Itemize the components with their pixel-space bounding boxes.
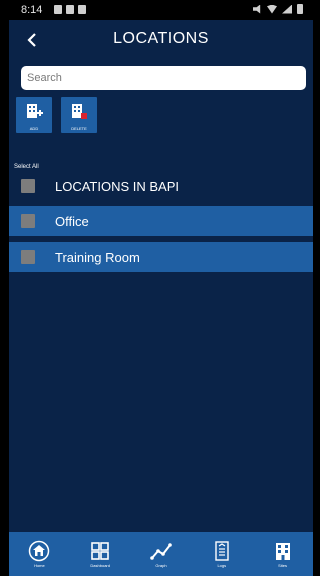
add-label: ADD — [29, 126, 39, 131]
notification-icons — [54, 5, 86, 14]
home-icon — [29, 540, 50, 562]
logs-icon — [215, 541, 229, 561]
battery-icon — [297, 4, 303, 14]
nav-label: Sites — [278, 563, 288, 568]
nav-sites[interactable]: Sites — [252, 532, 313, 576]
status-time: 8:14 — [21, 4, 43, 16]
page-title: LOCATIONS — [113, 30, 209, 47]
delete-label: DELETE — [71, 126, 87, 131]
list-item[interactable]: Training Room — [9, 242, 313, 272]
nav-home[interactable]: Home — [9, 532, 70, 576]
search-input[interactable] — [21, 66, 306, 90]
nav-label: Home — [34, 563, 45, 568]
list-item[interactable]: Office — [9, 206, 313, 236]
select-all-checkbox[interactable] — [21, 179, 35, 193]
list-header-label: LOCATIONS IN BAPI — [55, 179, 180, 194]
item-checkbox[interactable] — [21, 214, 35, 228]
app-screen: 8:14 LOCATIONS Search ADD DELETE Select … — [9, 0, 313, 576]
notification-icon — [78, 5, 86, 14]
dashboard-icon — [91, 542, 109, 560]
signal-icon — [282, 4, 292, 14]
nav-dashboard[interactable]: Dashboard — [70, 532, 131, 576]
status-bar: 8:14 — [9, 0, 313, 20]
mute-icon — [253, 4, 261, 14]
nav-label: Dashboard — [90, 563, 110, 568]
add-building-icon — [27, 104, 43, 118]
delete-building-icon — [72, 104, 87, 119]
list-item-label: Training Room — [55, 250, 140, 265]
bottom-nav: Home Dashboard Graph Logs Sites — [9, 532, 313, 576]
nav-logs[interactable]: Logs — [191, 532, 252, 576]
nav-graph[interactable]: Graph — [131, 532, 192, 576]
header: LOCATIONS — [9, 20, 313, 60]
item-checkbox[interactable] — [21, 250, 35, 264]
sites-icon — [275, 543, 290, 560]
list-item-label: Office — [55, 214, 89, 229]
add-button[interactable]: ADD — [16, 97, 52, 133]
system-icons — [253, 4, 303, 14]
nav-label: Logs — [217, 563, 227, 568]
notification-icon — [54, 5, 62, 14]
notification-icon — [66, 5, 74, 14]
select-all-row[interactable]: LOCATIONS IN BAPI — [9, 171, 313, 201]
graph-icon — [150, 543, 172, 560]
select-all-label: Select All — [14, 164, 39, 170]
wifi-icon — [267, 4, 277, 14]
nav-label: Graph — [155, 563, 167, 568]
delete-button[interactable]: DELETE — [61, 97, 97, 133]
